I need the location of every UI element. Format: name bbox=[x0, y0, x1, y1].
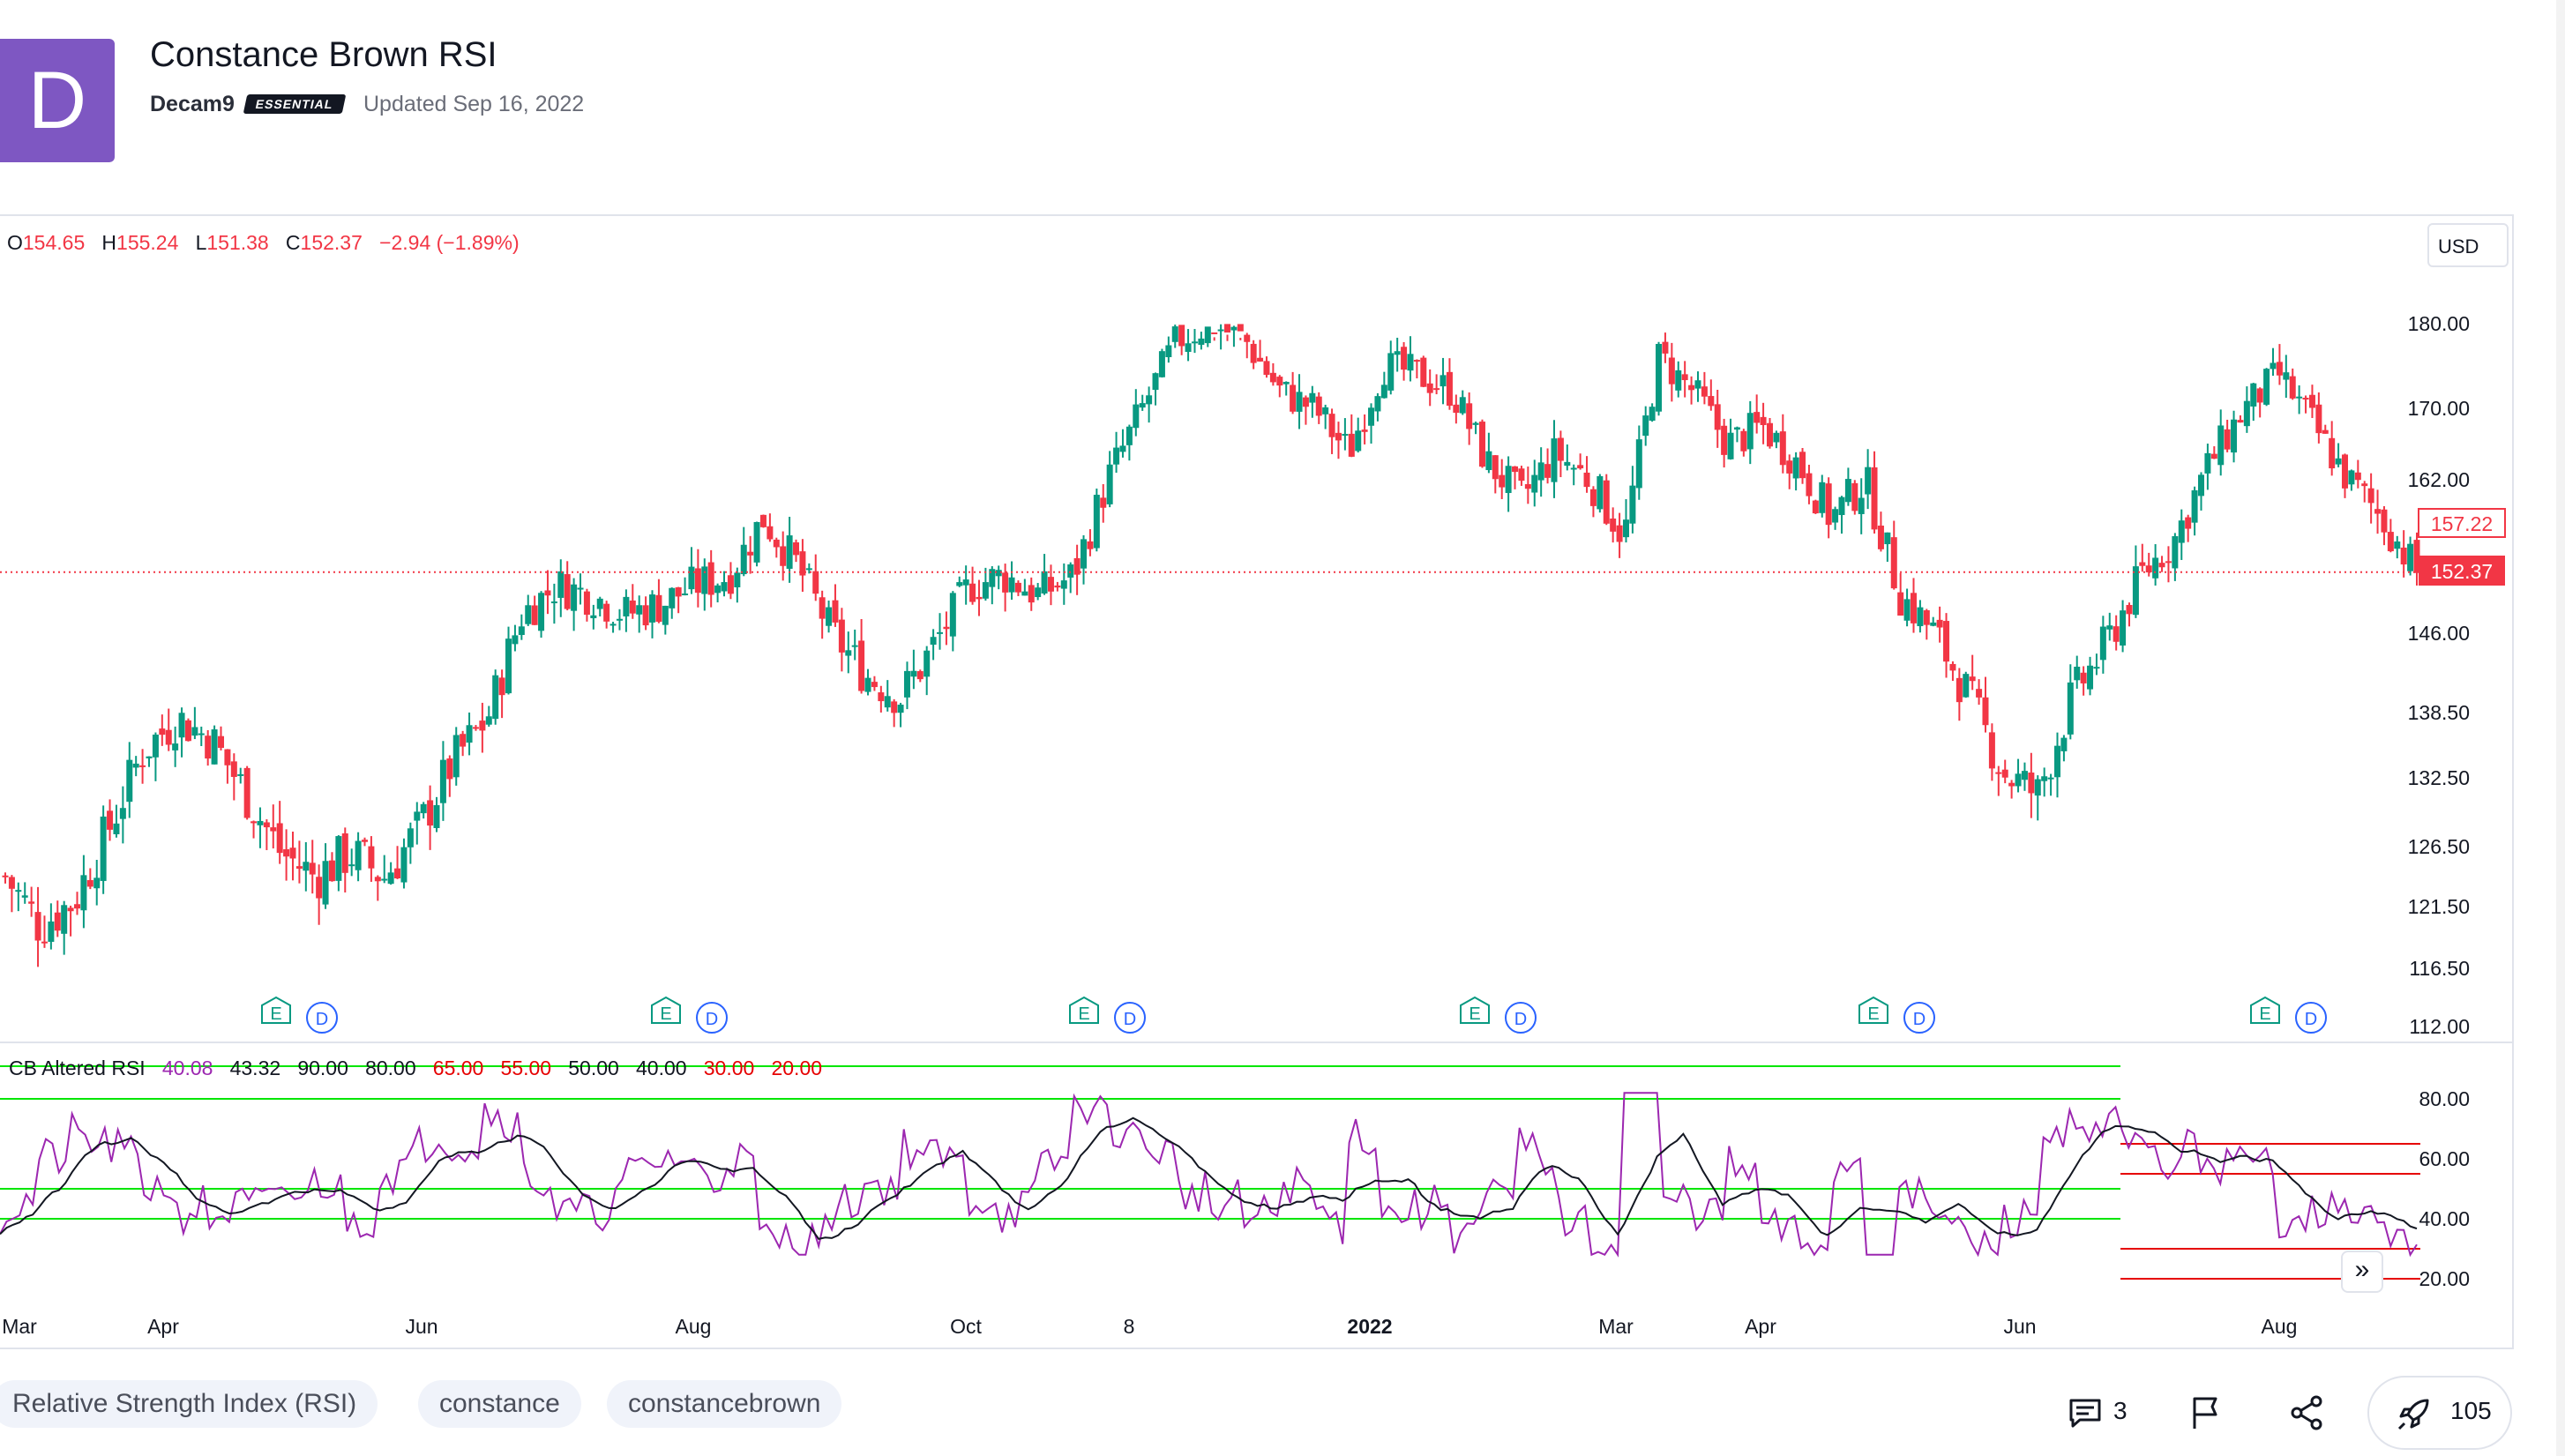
high-label: H bbox=[101, 231, 117, 254]
close-label: C bbox=[285, 231, 301, 254]
ohlc-legend: O154.65 H155.24 L151.38 C152.37 −2.94 (−… bbox=[7, 231, 520, 255]
high-value: 155.24 bbox=[116, 231, 179, 254]
share-icon[interactable] bbox=[2288, 1393, 2327, 1432]
page-scrollbar[interactable] bbox=[2556, 0, 2565, 1456]
flag-icon[interactable] bbox=[2186, 1393, 2225, 1432]
comment-icon[interactable] bbox=[2066, 1393, 2105, 1432]
rsi-ma-value: 43.32 bbox=[229, 1057, 281, 1079]
rsi-level-50: 50.00 bbox=[568, 1057, 619, 1079]
low-label: L bbox=[195, 231, 207, 254]
rocket-icon bbox=[2397, 1399, 2429, 1430]
comment-count: 3 bbox=[2113, 1397, 2128, 1424]
boost-count: 105 bbox=[2450, 1397, 2492, 1424]
updated-date: Updated Sep 16, 2022 bbox=[363, 92, 585, 116]
rsi-legend: CB Altered RSI 40.08 43.32 90.00 80.00 6… bbox=[9, 1057, 822, 1080]
open-label: O bbox=[7, 231, 23, 254]
author-link[interactable]: Decam9 bbox=[150, 92, 235, 117]
rsi-level-90: 90.00 bbox=[297, 1057, 348, 1079]
currency-button[interactable]: USD bbox=[2427, 223, 2509, 267]
rsi-value: 40.08 bbox=[161, 1057, 213, 1079]
scroll-to-realtime-button[interactable]: » bbox=[2341, 1251, 2383, 1293]
rsi-level-30: 30.00 bbox=[703, 1057, 755, 1079]
tag-rsi[interactable]: Relative Strength Index (RSI) bbox=[0, 1380, 378, 1428]
rsi-level-20: 20.00 bbox=[771, 1057, 823, 1079]
avatar[interactable]: D bbox=[0, 39, 115, 162]
rsi-name: CB Altered RSI bbox=[9, 1057, 146, 1079]
rsi-level-40: 40.00 bbox=[636, 1057, 687, 1079]
rsi-level-80: 80.00 bbox=[365, 1057, 416, 1079]
change-value: −2.94 (−1.89%) bbox=[379, 231, 520, 254]
page-title: Constance Brown RSI bbox=[150, 35, 497, 74]
close-value: 152.37 bbox=[300, 231, 363, 254]
tag-constance[interactable]: constance bbox=[418, 1380, 581, 1428]
rsi-level-55: 55.00 bbox=[500, 1057, 552, 1079]
plan-badge: ESSENTIAL bbox=[243, 94, 346, 114]
low-value: 151.38 bbox=[206, 231, 269, 254]
rsi-level-65: 65.00 bbox=[432, 1057, 484, 1079]
tag-constancebrown[interactable]: constancebrown bbox=[607, 1380, 842, 1428]
chart-frame[interactable] bbox=[0, 214, 2514, 1349]
open-value: 154.65 bbox=[22, 231, 86, 254]
avatar-letter: D bbox=[27, 55, 87, 146]
